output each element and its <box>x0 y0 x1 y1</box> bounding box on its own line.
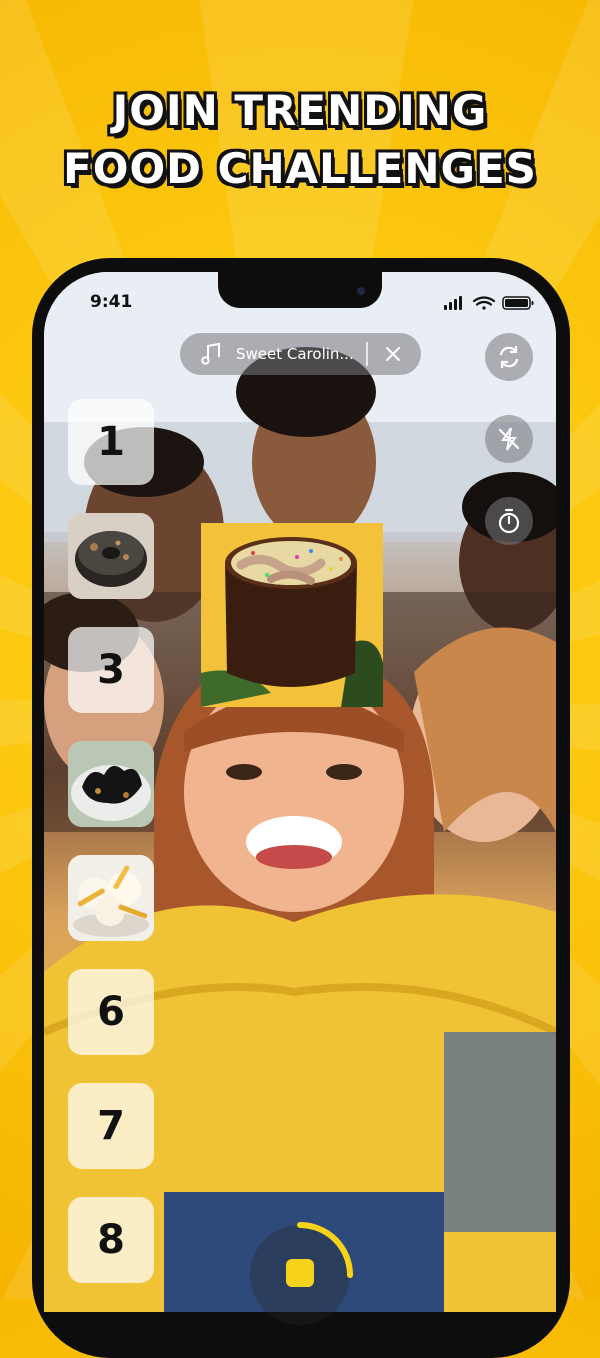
headline-line-1: JOIN TRENDING <box>112 86 488 135</box>
song-title: Sweet Carolin... <box>236 345 354 363</box>
close-icon[interactable] <box>382 343 404 365</box>
challenge-slot-5-ice-cream-fries[interactable] <box>68 855 154 941</box>
pill-divider <box>366 342 368 366</box>
challenge-slot-8[interactable]: 8 <box>68 1197 154 1283</box>
challenge-slot-4-charred-dish[interactable] <box>68 741 154 827</box>
flip-camera-icon <box>499 346 519 368</box>
challenge-slot-1[interactable]: 1 <box>68 399 154 485</box>
promo-headline: JOIN TRENDING FOOD CHALLENGES <box>0 82 600 198</box>
headline-line-2: FOOD CHALLENGES <box>63 144 537 193</box>
record-stop-button[interactable] <box>286 1259 314 1287</box>
slot-number: 8 <box>97 1217 125 1263</box>
challenge-slot-6[interactable]: 6 <box>68 969 154 1055</box>
charred-dish-thumbnail <box>68 741 154 827</box>
status-icons <box>444 296 534 310</box>
challenge-slot-2-burnt-donut[interactable] <box>68 513 154 599</box>
front-camera-lens <box>357 287 365 295</box>
battery-icon <box>502 296 534 310</box>
soup-mug-photo <box>201 523 383 707</box>
challenge-slot-7[interactable]: 7 <box>68 1083 154 1169</box>
music-note-icon <box>201 342 220 365</box>
burnt-donut-thumbnail <box>68 513 154 599</box>
slot-number: 6 <box>97 989 125 1035</box>
selected-song-pill[interactable]: Sweet Carolin... <box>180 333 421 375</box>
slot-number: 1 <box>97 419 125 465</box>
wifi-icon <box>472 296 496 310</box>
featured-challenge-image[interactable] <box>201 523 383 707</box>
challenge-slot-3[interactable]: 3 <box>68 627 154 713</box>
timer-icon <box>498 508 520 534</box>
ice-cream-fries-thumbnail <box>68 855 154 941</box>
status-time: 9:41 <box>90 292 133 312</box>
flash-toggle-button[interactable] <box>485 415 533 463</box>
timer-button[interactable] <box>485 497 533 545</box>
flip-camera-button[interactable] <box>485 333 533 381</box>
flash-off-icon <box>498 427 520 451</box>
slot-number: 3 <box>97 647 125 693</box>
cellular-signal-icon <box>444 296 462 310</box>
slot-number: 7 <box>97 1103 125 1149</box>
